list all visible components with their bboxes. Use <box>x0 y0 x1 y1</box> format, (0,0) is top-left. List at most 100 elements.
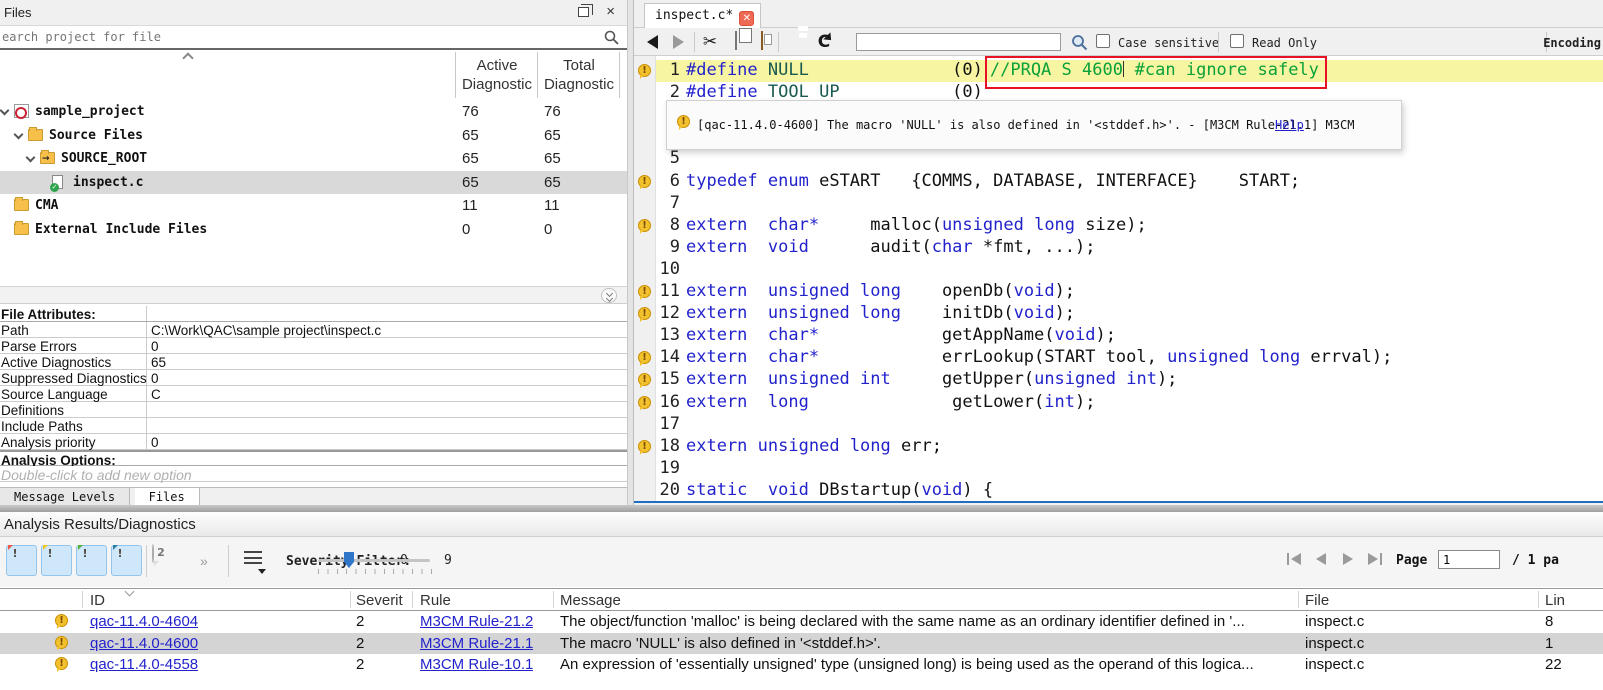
editor-search-icon[interactable] <box>1071 34 1088 51</box>
diagnostic-id-link[interactable]: qac-11.4.0-4558 <box>90 656 198 673</box>
page-number-input[interactable] <box>1438 550 1500 569</box>
severity-slider-ticks <box>318 569 432 574</box>
total-diagnostic-count: 76 <box>544 103 561 120</box>
warning-bubble-icon[interactable]: ! <box>638 285 651 298</box>
diagnostic-id-link[interactable]: qac-11.4.0-4600 <box>90 635 198 652</box>
warning-bubble-icon[interactable]: ! <box>638 396 651 409</box>
expander-chevron-icon[interactable] <box>26 153 36 163</box>
tree-item-external-include-files[interactable]: External Include Files00 <box>0 218 627 241</box>
tree-item-sample-project[interactable]: sample_project7676 <box>0 100 627 123</box>
expander-chevron-icon[interactable] <box>0 106 9 116</box>
code-line-9[interactable]: 9extern void audit(char *fmt, ...); <box>634 237 1603 259</box>
diagnostic-row-qac-11.4.0-4604[interactable]: !qac-11.4.0-46042M3CM Rule-21.2The objec… <box>0 611 1603 633</box>
column-message[interactable]: Message <box>560 592 621 609</box>
warning-bubble-icon[interactable]: ! <box>638 219 651 232</box>
code-line-6[interactable]: !6typedef enum eSTART {COMMS, DATABASE, … <box>634 171 1603 193</box>
warning-bubble-icon: ! <box>55 614 68 627</box>
case-sensitive-checkbox[interactable] <box>1096 34 1110 48</box>
code-line-11[interactable]: !11extern unsigned long openDb(void); <box>634 281 1603 303</box>
files-panel-title: Files <box>4 5 31 20</box>
menu-caret-icon[interactable] <box>258 569 266 574</box>
paste-icon[interactable] <box>752 32 772 52</box>
diagnostic-row-qac-11.4.0-4600[interactable]: !qac-11.4.0-46002M3CM Rule-21.1The macro… <box>0 633 1603 655</box>
code-line-20[interactable]: 20static void DBstartup(void) { <box>634 480 1603 502</box>
diagnostic-row-qac-11.4.0-4558[interactable]: !qac-11.4.0-45582M3CM Rule-10.1An expres… <box>0 654 1603 676</box>
add-option-hint[interactable]: Double-click to add new option <box>0 466 627 482</box>
severity-yellow-filter-button[interactable]: ! <box>41 545 72 576</box>
warning-bubble-icon[interactable]: ! <box>638 373 651 386</box>
code-line-1[interactable]: !1#define NULL (0)//PRQA S 4600 #can ign… <box>634 60 1603 82</box>
warning-bubble-icon[interactable]: ! <box>638 440 651 453</box>
warning-bubble-icon[interactable]: ! <box>638 175 651 188</box>
folder-icon <box>14 223 29 235</box>
copy-icon[interactable] <box>726 32 746 52</box>
line-number: 11 <box>656 281 680 301</box>
read-only-checkbox[interactable] <box>1230 34 1244 48</box>
editor-search-input[interactable] <box>856 33 1061 51</box>
diagnostic-rule-link[interactable]: M3CM Rule-10.1 <box>420 656 533 673</box>
column-line[interactable]: Lin <box>1545 592 1565 609</box>
code-line-15[interactable]: !15extern unsigned int getUpper(unsigned… <box>634 369 1603 391</box>
previous-page-button[interactable] <box>1312 551 1332 567</box>
tree-item-cma[interactable]: CMA1111 <box>0 194 627 217</box>
last-page-button[interactable] <box>1366 551 1386 567</box>
code-line-17[interactable]: 17 <box>634 414 1603 436</box>
code-line-18[interactable]: !18extern unsigned long err; <box>634 436 1603 458</box>
expander-chevron-icon[interactable] <box>14 129 24 139</box>
diagnostic-rule-link[interactable]: M3CM Rule-21.2 <box>420 613 533 630</box>
severity-slider-track[interactable] <box>318 559 430 562</box>
horizontal-splitter[interactable] <box>0 505 1603 512</box>
code-line-8[interactable]: !8extern char* malloc(unsigned long size… <box>634 215 1603 237</box>
column-file[interactable]: File <box>1305 592 1329 609</box>
refresh-icon[interactable]: C <box>814 32 834 52</box>
code-line-16[interactable]: !16extern long getLower(int); <box>634 392 1603 414</box>
column-total-diagnostic[interactable]: Total Diagnostic <box>539 56 619 94</box>
first-page-button[interactable] <box>1285 551 1305 567</box>
code-editor[interactable]: !1#define NULL (0)//PRQA S 4600 #can ign… <box>634 56 1603 503</box>
warning-bubble-icon[interactable]: ! <box>638 307 651 320</box>
warning-bubble-icon[interactable]: ! <box>638 64 651 77</box>
sort-descending-icon[interactable] <box>125 587 135 597</box>
editor-tab-inspect-c[interactable]: inspect.c*✕ <box>644 3 761 28</box>
file-search-input[interactable] <box>0 26 600 48</box>
code-line-14[interactable]: !14extern char* errLookup(START tool, un… <box>634 347 1603 369</box>
forward-button[interactable] <box>668 32 688 52</box>
file-attributes-table: File Attributes:PathC:\Work\QAC\sample p… <box>0 306 627 482</box>
tree-item-source-root[interactable]: →SOURCE_ROOT6565 <box>0 147 627 170</box>
back-button[interactable] <box>642 32 662 52</box>
encoding-label[interactable]: Encoding <box>1543 36 1601 50</box>
tree-item-inspect-c[interactable]: inspect.c6565 <box>0 171 627 194</box>
close-panel-icon[interactable]: × <box>606 3 615 21</box>
tree-item-source-files[interactable]: Source Files6565 <box>0 124 627 147</box>
column-severity[interactable]: Severit <box>356 592 403 609</box>
collapse-chevrons-icon[interactable] <box>601 288 617 303</box>
cut-icon[interactable]: ✂ <box>700 32 720 52</box>
code-line-13[interactable]: 13extern char* getAppName(void); <box>634 325 1603 347</box>
sort-ascending-icon[interactable] <box>182 52 193 63</box>
line-number: 7 <box>656 193 680 213</box>
code-line-5[interactable]: 5 <box>634 148 1603 170</box>
code-line-7[interactable]: 7 <box>634 193 1603 215</box>
code-text: static void DBstartup(void) { <box>686 480 993 500</box>
next-page-button[interactable] <box>1339 551 1359 567</box>
warning-bubble-icon[interactable]: ! <box>638 351 651 364</box>
page-label: Page <box>1396 553 1427 568</box>
column-id[interactable]: ID <box>90 592 105 609</box>
menu-icon[interactable] <box>244 551 262 564</box>
close-tab-icon[interactable]: ✕ <box>739 11 754 26</box>
severity-teal-filter-button[interactable]: ! <box>111 545 142 576</box>
save-icon[interactable] <box>786 32 806 52</box>
column-active-diagnostic[interactable]: Active Diagnostic <box>457 56 537 94</box>
code-line-19[interactable]: 19 <box>634 458 1603 480</box>
tooltip-help-link[interactable]: Help <box>1275 118 1304 132</box>
level-2-filter-button[interactable]: 2 <box>152 545 183 576</box>
severity-red-filter-button[interactable]: ! <box>6 545 37 576</box>
severity-green-filter-button[interactable]: ! <box>76 545 107 576</box>
overflow-chevron-icon[interactable]: » <box>200 553 208 569</box>
diagnostic-id-link[interactable]: qac-11.4.0-4604 <box>90 613 198 630</box>
code-line-12[interactable]: !12extern unsigned long initDb(void); <box>634 303 1603 325</box>
column-rule[interactable]: Rule <box>420 592 451 609</box>
float-panel-icon[interactable] <box>578 7 589 17</box>
diagnostic-rule-link[interactable]: M3CM Rule-21.1 <box>420 635 533 652</box>
code-line-10[interactable]: 10 <box>634 259 1603 281</box>
